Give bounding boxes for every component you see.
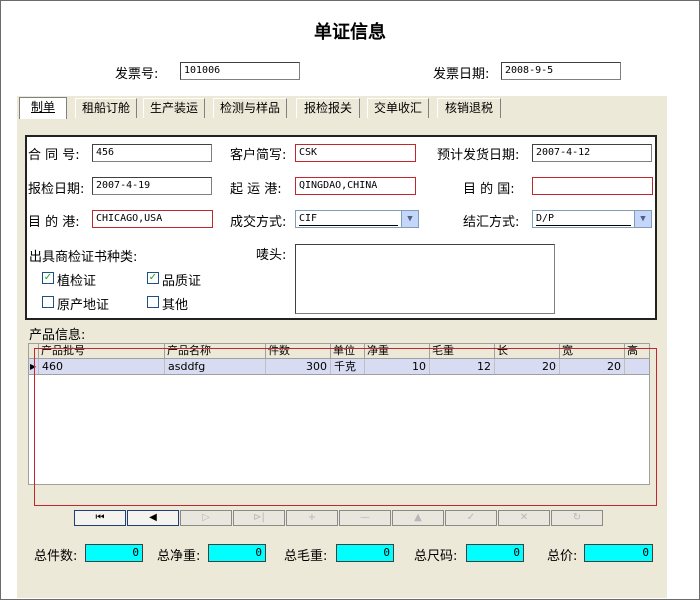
cert-checkbox-origin[interactable] <box>42 296 54 308</box>
total-net-label: 总净重: <box>157 549 201 564</box>
delete-icon: — <box>360 512 370 523</box>
cert-type-label: 出具商检证书种类: <box>29 250 138 265</box>
customer-field[interactable]: CSK <box>295 144 416 162</box>
cert-label-phyto: 植检证 <box>57 274 97 289</box>
nav-last-button[interactable]: ⊳| <box>233 510 285 526</box>
contract-no-label: 合 同 号: <box>28 148 80 163</box>
load-port-field[interactable]: QINGDAO,CHINA <box>295 177 416 195</box>
tab-document-collection[interactable]: 交单收汇 <box>367 98 429 118</box>
next-record-icon: ▷ <box>202 512 210 523</box>
refresh-icon: ↻ <box>572 512 582 523</box>
nav-refresh-button[interactable]: ↻ <box>551 510 603 526</box>
tab-customs[interactable]: 报检报关 <box>296 98 360 118</box>
invoice-no-field[interactable]: 101006 <box>180 62 300 80</box>
nav-insert-button[interactable]: + <box>286 510 338 526</box>
tab-label: 生产装运 <box>149 101 198 115</box>
load-port-label: 起 运 港: <box>230 182 282 197</box>
prev-record-icon: ◀ <box>149 512 157 523</box>
nav-edit-button[interactable]: ▲ <box>392 510 444 526</box>
payment-underline <box>536 225 631 226</box>
dest-port-label: 目 的 港: <box>28 215 80 230</box>
page-title: 单证信息 <box>314 22 386 43</box>
nav-delete-button[interactable]: — <box>339 510 391 526</box>
nav-next-button[interactable]: ▷ <box>180 510 232 526</box>
tab-label: 制单 <box>30 100 55 114</box>
tab-label: 检测与样品 <box>219 101 280 115</box>
inspect-date-field[interactable]: 2007-4-19 <box>92 177 212 195</box>
cert-checkbox-quality[interactable]: ✓ <box>147 272 159 284</box>
payment-value: D/P <box>536 213 555 224</box>
cert-label-quality: 品质证 <box>162 274 202 289</box>
customer-label: 客户简写: <box>230 148 287 163</box>
post-icon: ✓ <box>466 512 476 523</box>
deal-underline <box>299 225 398 226</box>
product-section-label: 产品信息: <box>29 328 86 343</box>
total-volume-label: 总尺码: <box>414 549 458 564</box>
tab-production-shipping[interactable]: 生产装运 <box>143 98 205 118</box>
invoice-date-label: 发票日期: <box>433 67 490 82</box>
deal-value: CIF <box>299 213 318 224</box>
total-gross-label: 总毛重: <box>284 549 328 564</box>
ship-date-label: 预计发货日期: <box>437 148 520 163</box>
contract-no-field[interactable]: 456 <box>92 144 212 162</box>
last-record-icon: ⊳| <box>253 512 265 523</box>
chevron-down-icon[interactable]: ▼ <box>634 211 651 227</box>
dest-country-label: 目 的 国: <box>463 182 515 197</box>
insert-icon: + <box>307 512 317 523</box>
tab-make-document[interactable]: 制单 <box>19 97 67 119</box>
cert-label-other: 其他 <box>162 298 189 313</box>
cert-label-origin: 原产地证 <box>57 298 110 313</box>
tab-label: 交单收汇 <box>373 101 422 115</box>
deal-select[interactable]: CIF ▼ <box>295 210 419 228</box>
total-volume-field: 0 <box>466 544 524 562</box>
mark-label: 唛头: <box>256 248 287 263</box>
highlight-frame <box>34 348 657 506</box>
tab-label: 报检报关 <box>303 101 352 115</box>
mark-textarea[interactable] <box>295 244 555 314</box>
total-count-label: 总件数: <box>34 549 78 564</box>
invoice-no-label: 发票号: <box>115 67 159 82</box>
tab-inspection-samples[interactable]: 检测与样品 <box>213 98 287 118</box>
payment-select[interactable]: D/P ▼ <box>532 210 652 228</box>
total-count-field: 0 <box>85 544 143 562</box>
ship-date-field[interactable]: 2007-4-12 <box>532 144 652 162</box>
deal-label: 成交方式: <box>230 215 287 230</box>
inspect-date-label: 报检日期: <box>28 182 85 197</box>
tab-label: 核销退税 <box>444 101 493 115</box>
total-net-field: 0 <box>208 544 266 562</box>
nav-cancel-button[interactable]: ✕ <box>498 510 550 526</box>
cert-checkbox-phyto[interactable]: ✓ <box>42 272 54 284</box>
cert-checkbox-other[interactable] <box>147 296 159 308</box>
invoice-date-field[interactable]: 2008-9-5 <box>501 62 621 80</box>
cancel-icon: ✕ <box>519 512 529 523</box>
total-price-label: 总价: <box>547 549 578 564</box>
nav-post-button[interactable]: ✓ <box>445 510 497 526</box>
tab-booking[interactable]: 租船订舱 <box>75 98 137 118</box>
nav-first-button[interactable]: ⏮ <box>74 510 126 526</box>
total-gross-field: 0 <box>336 544 394 562</box>
tab-label: 租船订舱 <box>81 101 130 115</box>
nav-prev-button[interactable]: ◀ <box>127 510 179 526</box>
payment-label: 结汇方式: <box>463 215 520 230</box>
chevron-down-icon[interactable]: ▼ <box>401 211 418 227</box>
edit-icon: ▲ <box>414 512 422 523</box>
total-price-field: 0 <box>584 544 653 562</box>
dest-country-field[interactable] <box>532 177 653 195</box>
first-record-icon: ⏮ <box>95 512 105 523</box>
tab-tax-refund[interactable]: 核销退税 <box>437 98 501 118</box>
dest-port-field[interactable]: CHICAGO,USA <box>92 210 213 228</box>
